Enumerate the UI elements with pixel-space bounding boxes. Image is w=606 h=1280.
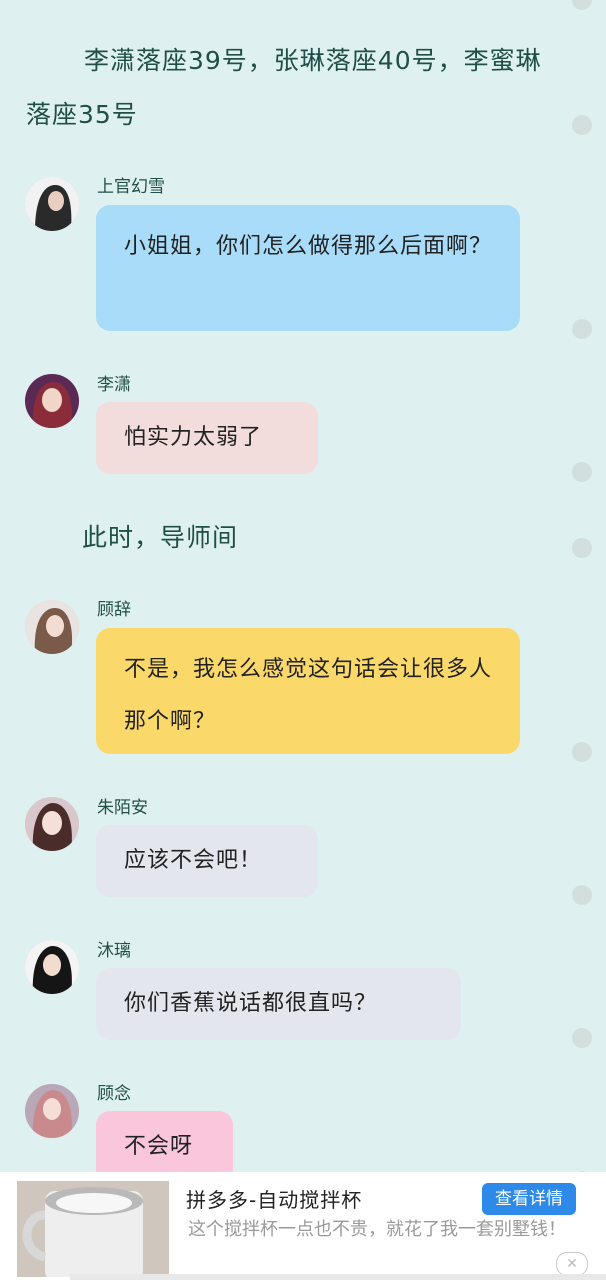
avatar-image	[25, 940, 79, 994]
avatar[interactable]	[25, 177, 79, 231]
ad-image[interactable]	[17, 1181, 169, 1277]
avatar[interactable]	[25, 940, 79, 994]
scroll-dot	[572, 742, 592, 762]
sender-name: 顾辞	[97, 600, 131, 620]
avatar-image	[25, 374, 79, 428]
avatar[interactable]	[25, 600, 79, 654]
ad-description[interactable]: 这个搅拌杯一点也不贵，就花了我一套别墅钱！	[188, 1216, 584, 1244]
avatar-image	[25, 797, 79, 851]
sender-name: 顾念	[97, 1084, 131, 1104]
avatar[interactable]	[25, 1084, 79, 1138]
message-bubble[interactable]: 你们香蕉说话都很直吗？	[96, 968, 461, 1040]
avatar-image	[25, 1084, 79, 1138]
close-ad-button[interactable]: ✕	[556, 1252, 588, 1276]
scroll-dot	[572, 885, 592, 905]
sender-name: 李潇	[97, 375, 131, 395]
sender-name: 沐璃	[97, 941, 131, 961]
narration-text: 李潇落座39号，张琳落座40号，李蜜琳落座35号	[26, 46, 542, 129]
view-details-button[interactable]: 查看详情	[482, 1183, 576, 1215]
avatar-image	[25, 600, 79, 654]
message-bubble[interactable]: 不是，我怎么感觉这句话会让很多人那个啊？	[96, 628, 520, 754]
avatar-image	[25, 177, 79, 231]
scroll-dot	[572, 462, 592, 482]
message-bubble[interactable]: 应该不会吧！	[96, 825, 318, 897]
avatar[interactable]	[25, 374, 79, 428]
scroll-dot	[572, 319, 592, 339]
ad-banner[interactable]: 拼多多-自动搅拌杯 查看详情 这个搅拌杯一点也不贵，就花了我一套别墅钱！ ✕	[0, 1172, 606, 1280]
avatar[interactable]	[25, 797, 79, 851]
message-bubble[interactable]: 小姐姐，你们怎么做得那么后面啊？	[96, 205, 520, 331]
scroll-dot	[572, 0, 592, 10]
narration-text: 此时，导师间	[82, 523, 239, 552]
sender-name: 朱陌安	[97, 798, 148, 818]
scroll-dot	[572, 1028, 592, 1048]
mixing-cup-image	[17, 1181, 169, 1277]
message-bubble[interactable]: 怕实力太弱了	[96, 402, 318, 474]
scroll-dot	[572, 115, 592, 135]
sender-name: 上官幻雪	[97, 177, 165, 197]
bottom-divider	[70, 1274, 606, 1280]
ad-title[interactable]: 拼多多-自动搅拌杯	[186, 1184, 362, 1213]
